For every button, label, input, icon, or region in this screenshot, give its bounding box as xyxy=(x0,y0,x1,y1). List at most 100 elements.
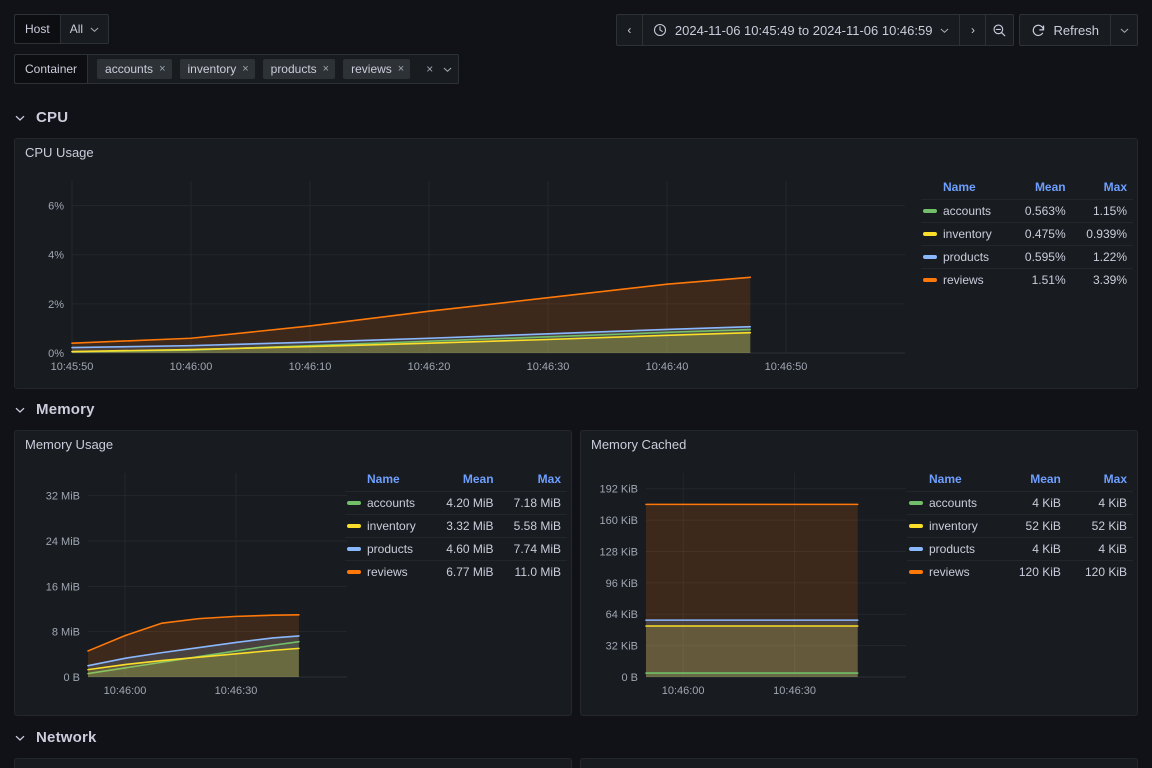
legend-mean-cell: 0.563% xyxy=(1010,199,1072,223)
legend-name-cell[interactable]: products xyxy=(907,537,1001,561)
legend-series-name: reviews xyxy=(367,565,408,579)
refresh-button[interactable]: Refresh xyxy=(1020,15,1111,45)
legend-row[interactable]: products 0.595% 1.22% xyxy=(921,245,1133,269)
row-header-network[interactable]: Network xyxy=(14,723,97,751)
cpu-usage-legend: Name Mean Max accounts 0.563% 1.15% inventory 0… xyxy=(921,177,1133,291)
legend-name-cell[interactable]: accounts xyxy=(921,199,1011,223)
legend-mean-cell: 4.20 MiB xyxy=(432,491,500,515)
legend-column-header[interactable]: Mean xyxy=(1010,177,1071,200)
chevron-down-icon[interactable] xyxy=(443,65,452,74)
legend-row[interactable]: accounts 0.563% 1.15% xyxy=(921,199,1133,223)
container-tag-reviews[interactable]: reviews × xyxy=(343,59,411,79)
time-shift-forward-button[interactable]: › xyxy=(960,15,987,45)
y-axis-tick-label: 16 MiB xyxy=(46,581,80,593)
legend-name-cell[interactable]: inventory xyxy=(345,514,433,538)
memory-usage-chart[interactable]: 0 B 8 MiB 16 MiB 24 MiB 32 MiB 10:46:00 10:46:… xyxy=(15,461,355,716)
legend-name-cell[interactable]: products xyxy=(921,245,1011,269)
zoom-out-time-range-button[interactable] xyxy=(986,15,1013,45)
panel-cpu-usage: CPU Usage 0% 2% 4% 6% 10:45:50 10:46:00 10:46:… xyxy=(14,138,1138,389)
remove-tag-icon[interactable]: × xyxy=(398,63,404,75)
row-header-memory[interactable]: Memory xyxy=(14,395,95,423)
host-variable-label: Host xyxy=(14,14,60,44)
x-axis-tick-label: 10:46:40 xyxy=(646,361,689,373)
legend-name-cell[interactable]: reviews xyxy=(345,560,433,583)
legend-name-cell[interactable]: accounts xyxy=(907,491,1001,515)
container-tag-inventory[interactable]: inventory × xyxy=(179,59,255,79)
y-axis-tick-label: 96 KiB xyxy=(606,578,638,590)
legend-column-header[interactable]: Max xyxy=(1067,469,1133,492)
legend-row[interactable]: products 4.60 MiB 7.74 MiB xyxy=(345,537,567,561)
legend-row[interactable]: accounts 4.20 MiB 7.18 MiB xyxy=(345,491,567,515)
legend-name-cell[interactable]: inventory xyxy=(907,514,1001,538)
row-title: CPU xyxy=(36,108,69,126)
y-axis-tick-label: 32 KiB xyxy=(606,641,638,653)
legend-name-cell[interactable]: reviews xyxy=(921,268,1011,291)
clear-all-tags-icon[interactable]: × xyxy=(424,62,435,76)
legend-row[interactable]: inventory 52 KiB 52 KiB xyxy=(907,514,1133,538)
legend-row[interactable]: accounts 4 KiB 4 KiB xyxy=(907,491,1133,515)
chevron-down-icon xyxy=(1120,26,1129,35)
time-range-button[interactable]: 2024-11-06 10:45:49 to 2024-11-06 10:46:… xyxy=(643,15,961,45)
y-axis-tick-label: 2% xyxy=(48,299,64,311)
legend-column-header[interactable]: Name xyxy=(921,177,1010,200)
legend-column-header[interactable]: Max xyxy=(1072,177,1133,200)
chevron-down-icon[interactable] xyxy=(940,26,949,35)
series-color-swatch-icon xyxy=(909,524,923,528)
legend-max-cell: 7.18 MiB xyxy=(499,491,567,515)
panel-memory-usage: Memory Usage 0 B 8 MiB 16 MiB 24 MiB 32 MiB 1… xyxy=(14,430,572,716)
legend-column-header[interactable]: Name xyxy=(907,469,1001,492)
remove-tag-icon[interactable]: × xyxy=(323,63,329,75)
legend-column-header[interactable]: Mean xyxy=(432,469,499,492)
refresh-interval-dropdown[interactable] xyxy=(1111,15,1137,45)
host-variable-value: All xyxy=(69,22,84,36)
legend-name-cell[interactable]: accounts xyxy=(345,491,433,515)
legend-column-header[interactable]: Name xyxy=(345,469,432,492)
cpu-usage-chart[interactable]: 0% 2% 4% 6% 10:45:50 10:46:00 10:46:10 10:46:20… xyxy=(15,167,915,389)
x-axis-tick-label: 10:46:00 xyxy=(104,685,147,697)
x-axis-tick-label: 10:46:30 xyxy=(215,685,258,697)
legend-row[interactable]: inventory 0.475% 0.939% xyxy=(921,222,1133,246)
legend-row[interactable]: products 4 KiB 4 KiB xyxy=(907,537,1133,561)
container-tag-products[interactable]: products × xyxy=(262,59,336,79)
container-variable-picker[interactable]: accounts × inventory × products × review… xyxy=(87,54,460,84)
legend-series-name: reviews xyxy=(929,565,970,579)
legend-series-name: products xyxy=(367,542,414,556)
time-shift-back-button[interactable]: ‹ xyxy=(617,15,643,45)
legend-name-cell[interactable]: inventory xyxy=(921,222,1011,246)
legend-name-cell[interactable]: products xyxy=(345,537,433,561)
remove-tag-icon[interactable]: × xyxy=(159,63,165,75)
series-area-inventory xyxy=(646,626,858,677)
remove-tag-icon[interactable]: × xyxy=(242,63,248,75)
legend-row[interactable]: inventory 3.32 MiB 5.58 MiB xyxy=(345,514,567,538)
legend-row[interactable]: reviews 120 KiB 120 KiB xyxy=(907,560,1133,583)
legend-max-cell: 4 KiB xyxy=(1066,491,1133,515)
memory-cached-chart[interactable]: 0 B 32 KiB 64 KiB 96 KiB 128 KiB 160 KiB 192 K… xyxy=(581,461,921,716)
row-header-cpu[interactable]: CPU xyxy=(14,103,68,131)
legend-row[interactable]: reviews 6.77 MiB 11.0 MiB xyxy=(345,560,567,583)
panel-title: CPU Usage xyxy=(25,145,94,160)
host-variable-picker[interactable]: All xyxy=(59,14,110,44)
legend-max-cell: 4 KiB xyxy=(1066,537,1133,561)
clock-icon xyxy=(653,23,667,37)
row-title: Network xyxy=(36,728,97,746)
time-controls: ‹ 2024-11-06 10:45:49 to 2024-11-06 10:4… xyxy=(615,14,1138,46)
legend-series-name: products xyxy=(929,542,976,556)
legend-name-cell[interactable]: reviews xyxy=(907,560,1001,583)
x-axis-tick-label: 10:46:30 xyxy=(773,685,816,697)
legend-column-header[interactable]: Mean xyxy=(1001,469,1067,492)
legend-column-header[interactable]: Max xyxy=(500,469,567,492)
legend-row[interactable]: reviews 1.51% 3.39% xyxy=(921,268,1133,291)
legend-series-name: accounts xyxy=(929,496,978,510)
y-axis-tick-label: 6% xyxy=(48,201,64,213)
legend-series-name: products xyxy=(943,250,990,264)
container-tag-accounts[interactable]: accounts × xyxy=(97,59,172,79)
series-color-swatch-icon xyxy=(909,547,923,551)
refresh-icon xyxy=(1031,23,1046,38)
y-axis-tick-label: 0 B xyxy=(63,672,80,684)
series-color-swatch-icon xyxy=(923,278,937,282)
chevron-down-icon xyxy=(14,403,26,415)
legend-max-cell: 7.74 MiB xyxy=(499,537,567,561)
container-tag-label: products xyxy=(270,62,317,76)
legend-mean-cell: 3.32 MiB xyxy=(432,514,500,538)
row-title: Memory xyxy=(36,400,95,418)
